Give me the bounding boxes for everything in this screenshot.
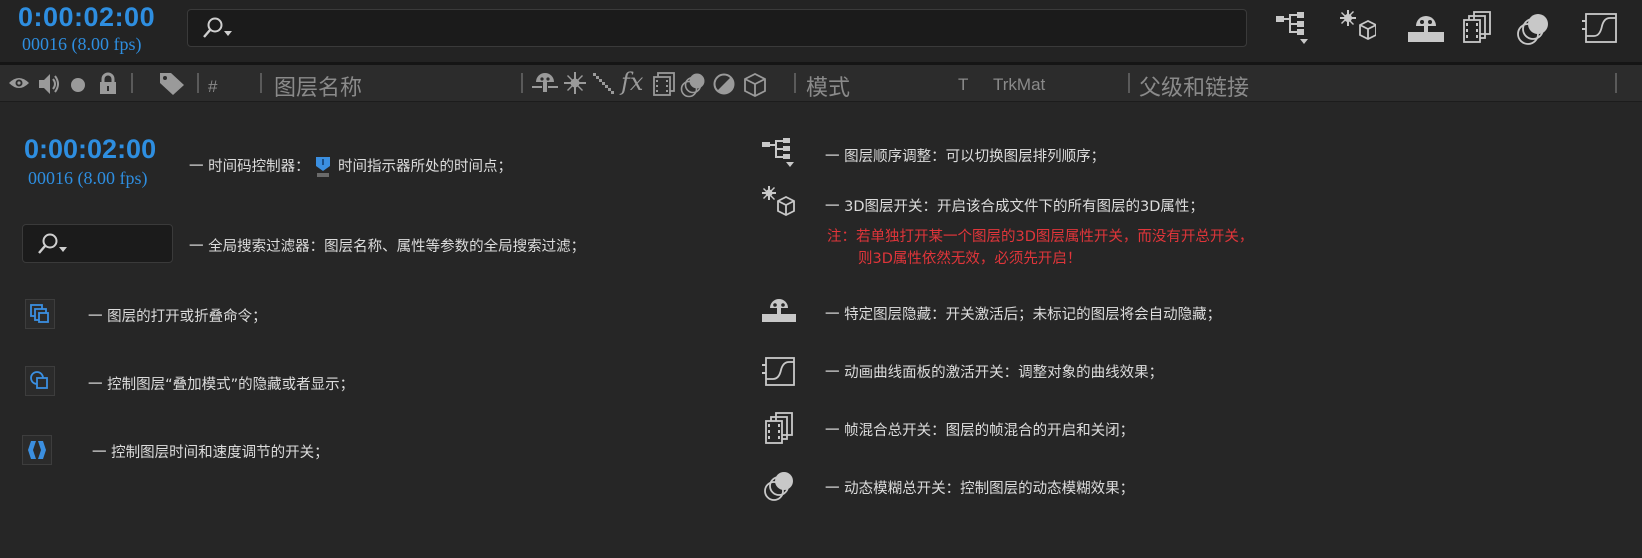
timing-toggle-icon bbox=[22, 435, 52, 465]
3d-layer-note-line-2: 则3D属性依然无效，必须先开启！ bbox=[858, 251, 1082, 267]
3d-layer-icon bbox=[762, 186, 798, 222]
layer-order-icon[interactable] bbox=[1276, 10, 1312, 46]
mode-header[interactable]: 模式 bbox=[806, 70, 850, 102]
frame-blend-icon[interactable] bbox=[652, 72, 676, 96]
trkmat-header[interactable]: TrkMat bbox=[993, 75, 1045, 95]
layer-order-icon bbox=[762, 138, 798, 168]
frame-blending-icon bbox=[764, 412, 796, 444]
frame-blending-description: 一 帧混合总开关：图层的帧混合的开启和关闭； bbox=[825, 423, 1135, 439]
3d-layer-description: 一 3D图层开关：开启该合成文件下的所有图层的3D属性； bbox=[825, 199, 1204, 215]
column-divider bbox=[131, 73, 133, 93]
motion-blur-description: 一 动态模糊总开关：控制图层的动态模糊效果； bbox=[825, 481, 1135, 497]
fx-icon[interactable]: fx bbox=[621, 68, 643, 96]
switches-description: 一 图层的打开或折叠命令； bbox=[88, 309, 267, 325]
shy-layers-icon[interactable] bbox=[1408, 10, 1444, 46]
modes-toggle-icon bbox=[25, 366, 55, 396]
frame-count-display: 00016 (8.00 fps) bbox=[22, 34, 142, 54]
t-header: T bbox=[958, 75, 969, 94]
parent-link-header[interactable]: 父级和链接 bbox=[1139, 70, 1249, 102]
switches-toggle-icon bbox=[25, 299, 55, 329]
3d-icon[interactable] bbox=[743, 73, 767, 97]
time-indicator-description: 时间指示器所处的时间点； bbox=[338, 159, 512, 175]
quality-icon[interactable] bbox=[592, 72, 616, 96]
column-divider bbox=[260, 73, 262, 93]
shy-layers-icon bbox=[762, 296, 796, 324]
layer-number-header: # bbox=[208, 77, 218, 96]
column-divider bbox=[197, 73, 199, 93]
collapse-icon[interactable] bbox=[564, 72, 586, 94]
eye-icon[interactable] bbox=[8, 74, 30, 92]
column-divider bbox=[794, 73, 796, 93]
3d-layer-icon[interactable] bbox=[1340, 10, 1376, 46]
motion-blur-icon[interactable] bbox=[680, 72, 706, 98]
solo-icon[interactable] bbox=[70, 77, 86, 93]
motion-blur-icon bbox=[764, 470, 796, 502]
shy-layers-description: 一 特定图层隐藏：开关激活后；未标记的图层将会自动隐藏； bbox=[825, 307, 1222, 323]
legend-frames-sample: 00016 (8.00 fps) bbox=[28, 168, 148, 188]
modes-description: 一 控制图层“叠加模式”的隐藏或者显示； bbox=[88, 377, 355, 393]
timing-description: 一 控制图层时间和速度调节的开关； bbox=[92, 445, 329, 461]
time-indicator-icon bbox=[315, 156, 331, 178]
current-time-display[interactable]: 0:00:02:00 bbox=[18, 2, 155, 33]
legend-search-sample bbox=[22, 224, 173, 263]
speaker-icon[interactable] bbox=[37, 72, 61, 96]
legend-timecode-sample: 0:00:02:00 bbox=[24, 134, 157, 164]
layer-search-input[interactable] bbox=[187, 9, 1247, 47]
column-divider bbox=[1128, 73, 1130, 93]
graph-editor-icon bbox=[762, 355, 796, 387]
label-tag-icon[interactable] bbox=[159, 72, 185, 96]
search-description: 一 全局搜索过滤器：图层名称、属性等参数的全局搜索过滤； bbox=[189, 239, 586, 255]
search-dropdown-icon[interactable] bbox=[200, 16, 234, 42]
motion-blur-icon[interactable] bbox=[1516, 10, 1552, 46]
graph-editor-icon[interactable] bbox=[1582, 10, 1618, 46]
column-divider bbox=[1615, 73, 1617, 93]
frame-blending-icon[interactable] bbox=[1462, 10, 1498, 46]
timecode-description: 一 时间码控制器： bbox=[189, 159, 310, 175]
adjustment-icon[interactable] bbox=[713, 73, 735, 95]
graph-editor-description: 一 动画曲线面板的激活开关：调整对象的曲线效果； bbox=[825, 365, 1164, 381]
lock-icon[interactable] bbox=[98, 72, 118, 96]
column-divider bbox=[521, 73, 523, 93]
3d-layer-note-line-1: 注：若单独打开某一个图层的3D图层属性开关，而没有开总开关， bbox=[827, 229, 1254, 245]
layer-order-description: 一 图层顺序调整：可以切换图层排列顺序； bbox=[825, 149, 1106, 165]
shy-icon[interactable] bbox=[532, 72, 558, 96]
layer-name-header[interactable]: 图层名称 bbox=[274, 70, 362, 102]
search-dropdown-icon bbox=[35, 232, 69, 258]
